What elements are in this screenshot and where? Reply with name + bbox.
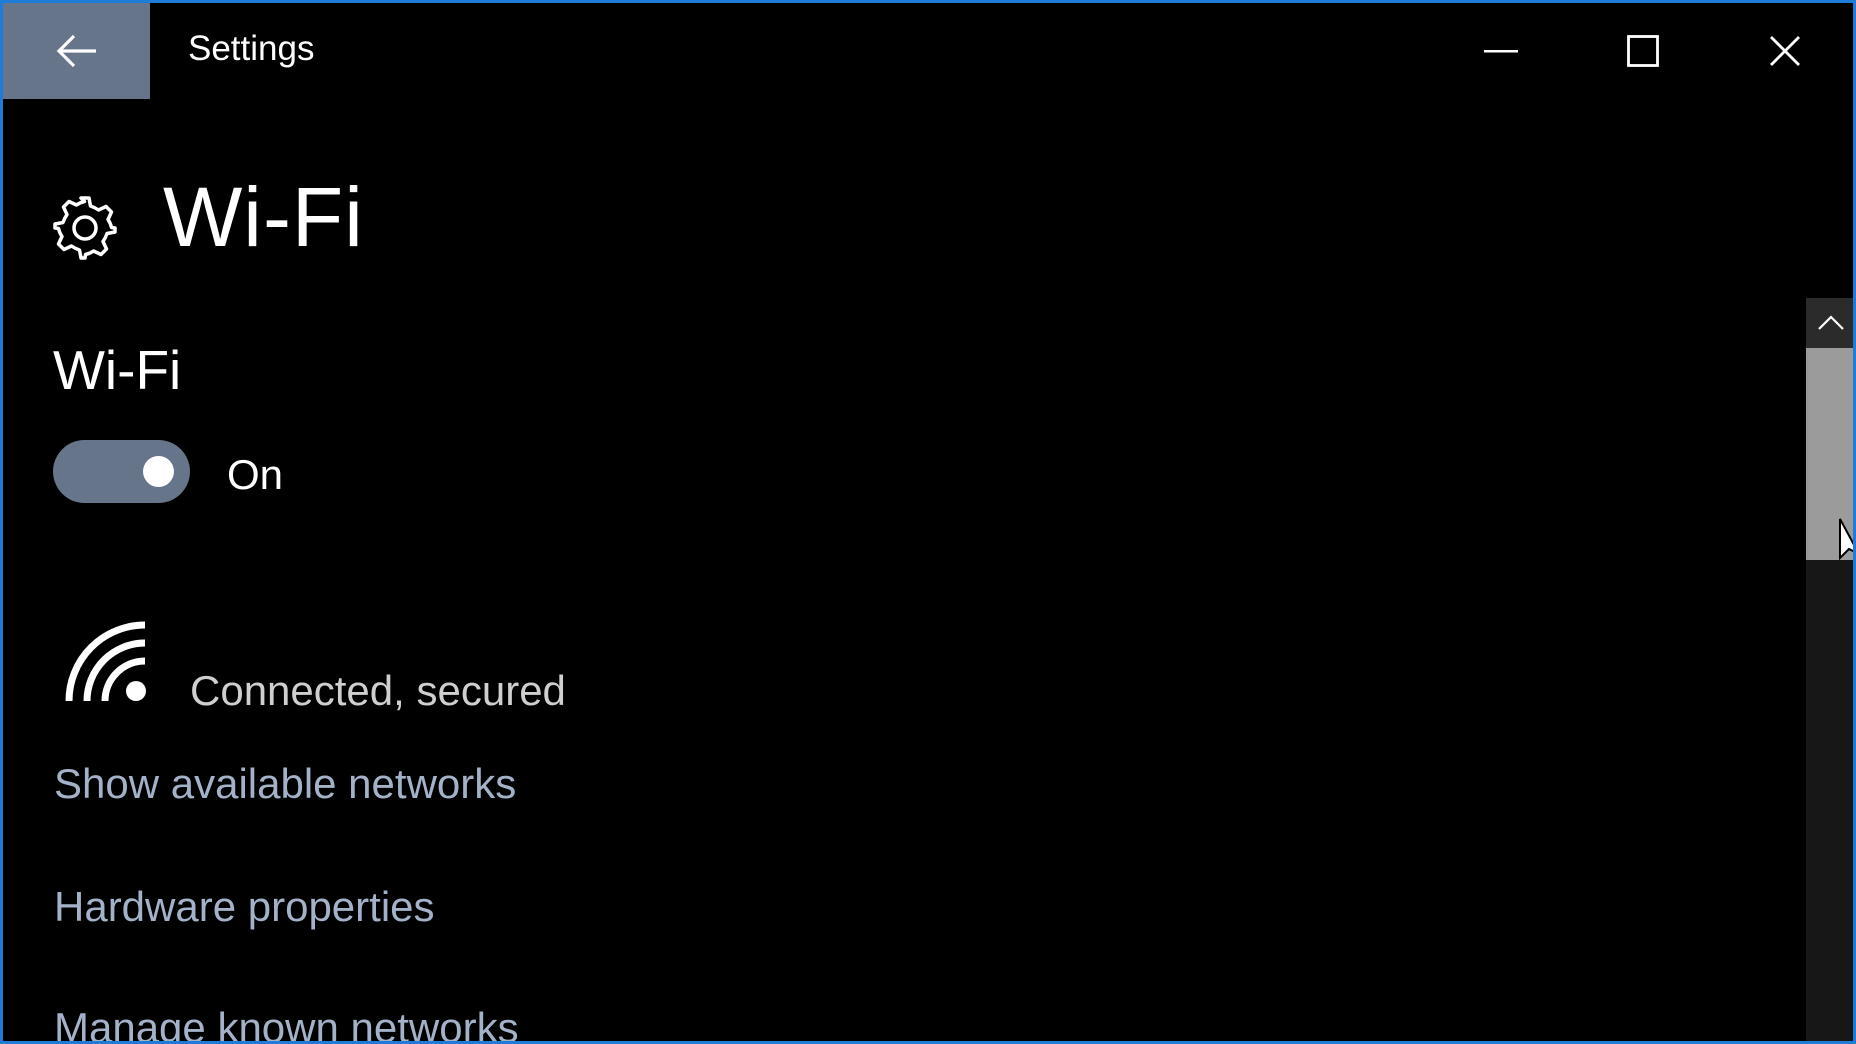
page-header xyxy=(51,173,119,283)
manage-known-networks-link[interactable]: Manage known networks xyxy=(54,1007,519,1042)
close-icon xyxy=(1770,36,1800,66)
back-button[interactable] xyxy=(3,3,150,99)
hardware-properties-link[interactable]: Hardware properties xyxy=(54,886,435,928)
settings-window: Settings Wi-Fi Wi-Fi On Connected, secur… xyxy=(0,0,1856,1044)
maximize-icon xyxy=(1627,35,1659,67)
toggle-knob xyxy=(143,456,174,487)
back-arrow-icon xyxy=(56,34,96,68)
vertical-scrollbar[interactable] xyxy=(1806,298,1853,1041)
title-bar: Settings xyxy=(3,3,1853,99)
minimize-button[interactable] xyxy=(1430,3,1572,99)
scroll-up-button[interactable] xyxy=(1806,298,1853,348)
close-button[interactable] xyxy=(1714,3,1853,99)
wifi-signal-icon xyxy=(65,621,146,702)
chevron-up-icon xyxy=(1818,315,1844,330)
toggle-state-label: On xyxy=(227,451,284,498)
wifi-section-heading: Wi-Fi xyxy=(53,339,182,401)
wifi-toggle[interactable] xyxy=(53,440,190,503)
app-title: Settings xyxy=(188,29,315,68)
mouse-cursor-icon xyxy=(1839,518,1853,561)
minimize-icon xyxy=(1484,50,1518,53)
maximize-button[interactable] xyxy=(1572,3,1714,99)
show-available-networks-link[interactable]: Show available networks xyxy=(54,763,516,805)
connection-status: Connected, secured xyxy=(190,667,566,714)
page-title: Wi-Fi xyxy=(163,170,364,264)
gear-icon xyxy=(53,196,117,260)
